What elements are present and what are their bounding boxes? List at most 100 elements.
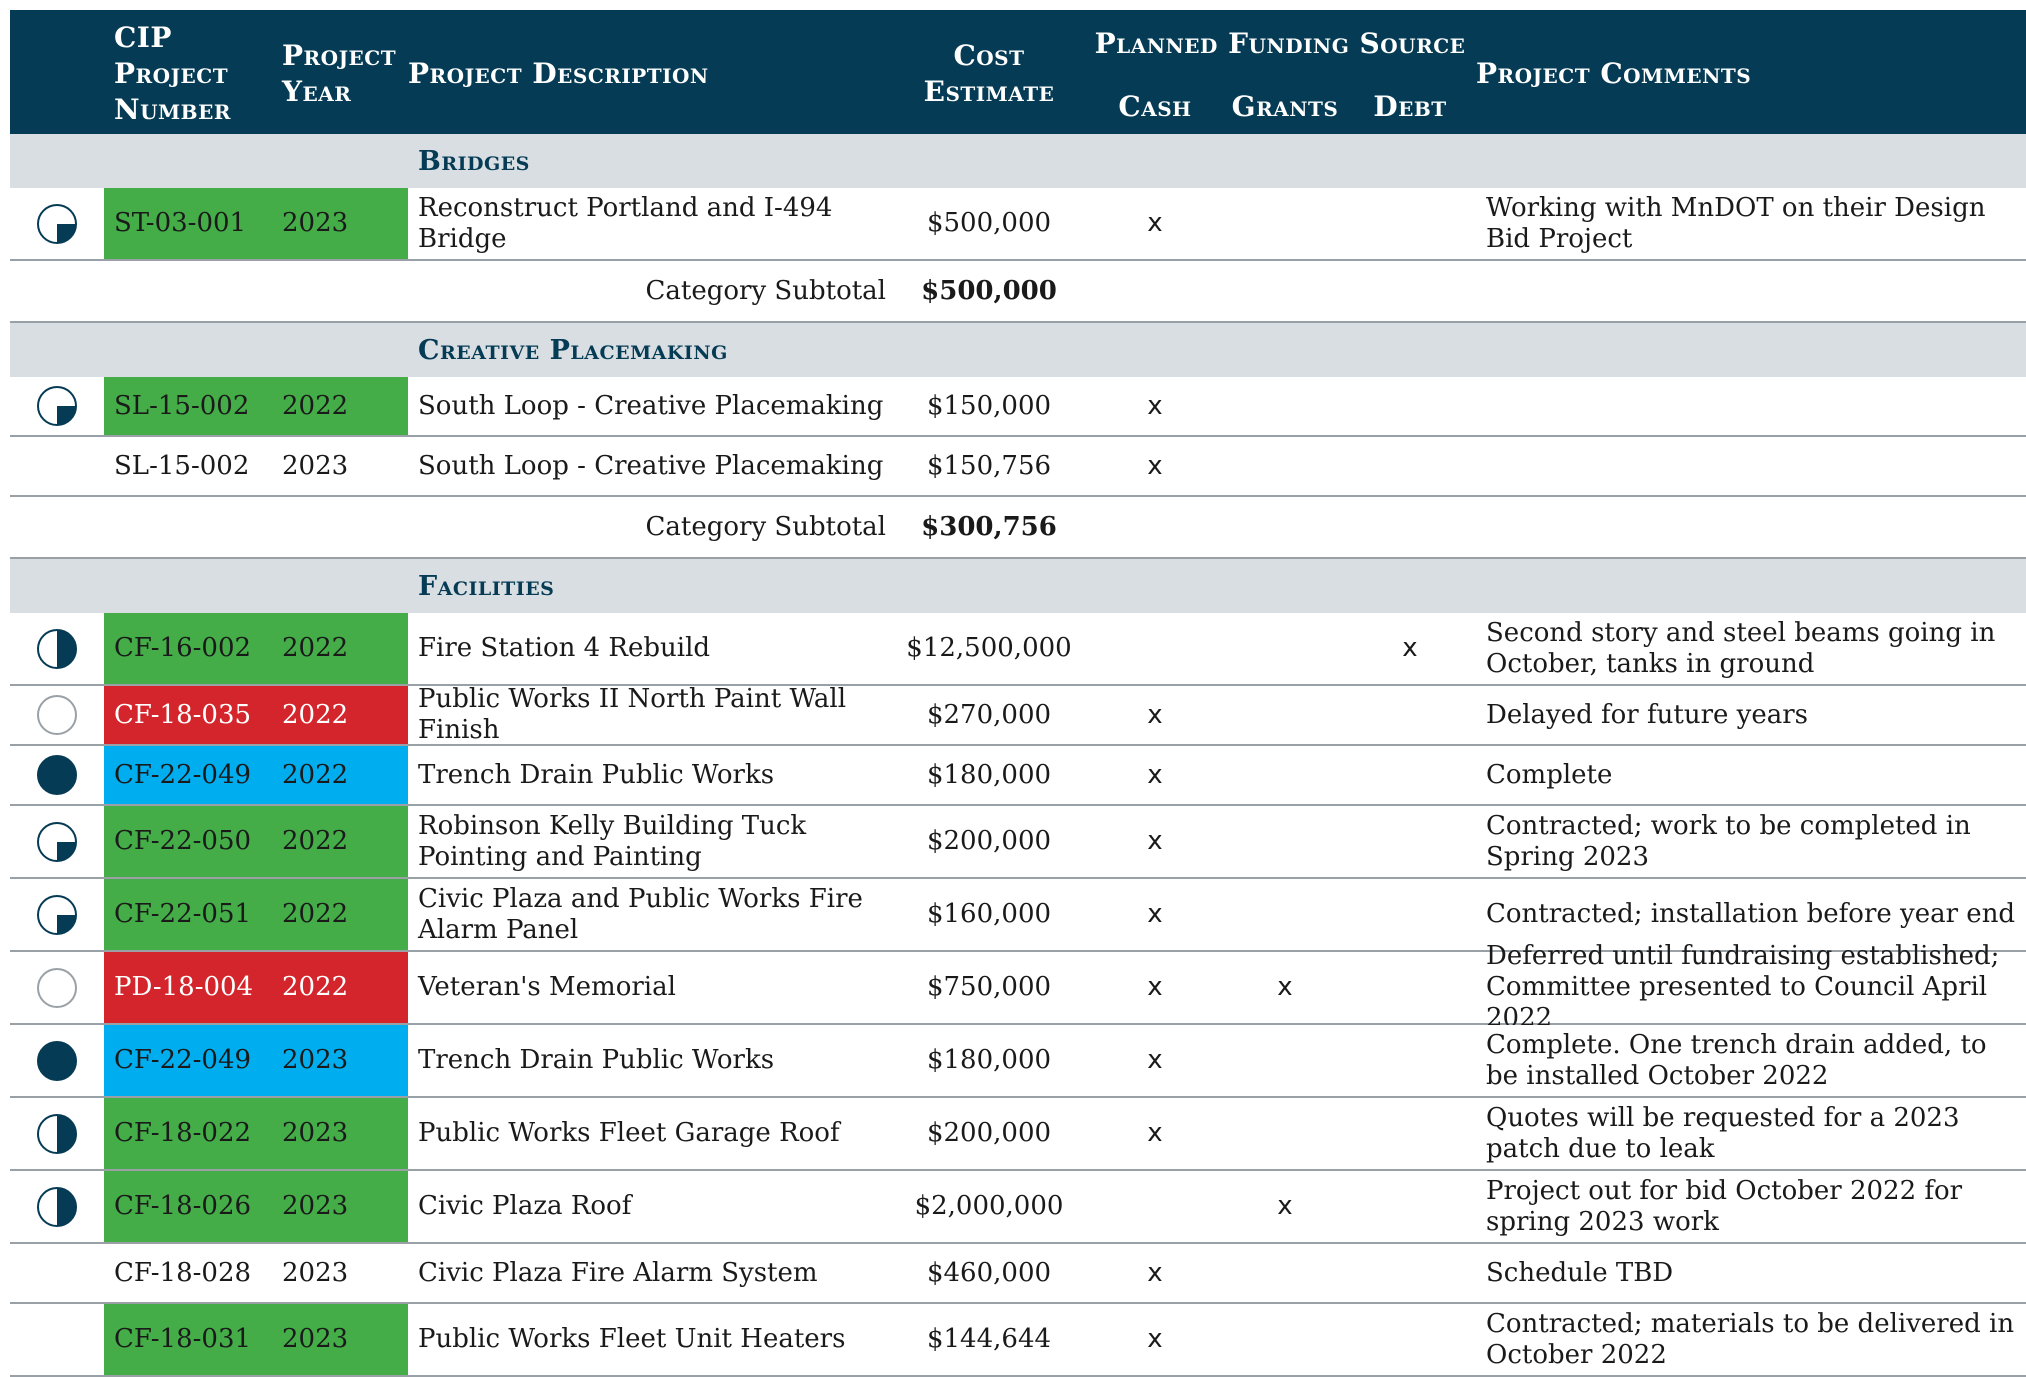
project-description: Public Works II North Paint Wall Finish xyxy=(418,684,847,745)
cost-estimate: $180,000 xyxy=(926,759,1052,790)
status-cell xyxy=(10,1025,104,1096)
cost-estimate: $750,000 xyxy=(926,972,1052,1002)
cash-mark: x xyxy=(1147,972,1163,1002)
cash-mark: x xyxy=(1147,450,1163,481)
table-row: CF-18-026 2023 Civic Plaza Roof $2,000,000 x… xyxy=(10,1171,2026,1244)
project-comment: Second story and steel beams going in Oc… xyxy=(1486,617,1996,679)
project-number: CF-18-035 xyxy=(114,699,252,730)
cash-mark: x xyxy=(1147,1324,1163,1354)
cash-mark: x xyxy=(1147,699,1163,730)
cost-estimate: $180,000 xyxy=(926,1045,1052,1075)
status-cell xyxy=(10,806,104,877)
grants-mark xyxy=(1220,377,1350,435)
status-cell xyxy=(10,879,104,950)
header-cip-number: CIP Project Number xyxy=(114,21,231,126)
cost-estimate: $12,500,000 xyxy=(906,633,1072,663)
category-row: Facilities xyxy=(10,559,2026,613)
grants-mark xyxy=(1220,879,1350,950)
category-row: Bridges xyxy=(10,134,2026,188)
not-started-icon xyxy=(37,967,77,1008)
header-grants: Grants xyxy=(1231,90,1339,123)
cost-estimate: $2,000,000 xyxy=(914,1191,1064,1221)
project-year: 2022 xyxy=(282,699,349,730)
project-comment: Contracted; work to be completed in Spri… xyxy=(1486,810,1971,872)
complete-icon xyxy=(37,755,77,795)
project-comment: Complete xyxy=(1486,759,1613,790)
project-comment xyxy=(1476,377,2021,435)
project-description: Trench Drain Public Works xyxy=(418,759,775,790)
status-cell xyxy=(10,188,104,259)
category-row: Creative Placemaking xyxy=(10,323,2026,377)
table-row: CF-16-002 2022 Fire Station 4 Rebuild $12,5… xyxy=(10,613,2026,686)
category-title: Creative Placemaking xyxy=(418,334,728,366)
project-description: Civic Plaza and Public Works Fire Alarm … xyxy=(418,883,863,945)
header-planned-funding-source: Planned Funding Source xyxy=(1094,27,1466,60)
table-row: CF-22-049 2023 Trench Drain Public Works $1… xyxy=(10,1025,2026,1098)
project-description: Civic Plaza Roof xyxy=(418,1191,632,1221)
status-cell xyxy=(10,686,104,744)
status-cell xyxy=(10,952,104,1023)
header-debt: Debt xyxy=(1373,90,1447,123)
debt-mark xyxy=(1350,437,1470,495)
quarter-progress-icon xyxy=(37,386,77,426)
subtotal-label: Category Subtotal xyxy=(645,511,886,542)
project-comment: Project out for bid October 2022 for spr… xyxy=(1486,1175,1963,1237)
debt-mark xyxy=(1350,1171,1470,1242)
debt-mark xyxy=(1350,1025,1470,1096)
status-cell xyxy=(10,1171,104,1242)
project-comment: Quotes will be requested for a 2023 patc… xyxy=(1486,1102,1960,1164)
debt-mark xyxy=(1350,879,1470,950)
cash-mark: x xyxy=(1147,208,1163,238)
project-year: 2023 xyxy=(282,208,349,238)
grants-mark xyxy=(1220,1304,1350,1375)
complete-icon xyxy=(37,1040,77,1081)
project-description: Robinson Kelly Building Tuck Pointing an… xyxy=(418,810,807,872)
debt-mark: x xyxy=(1402,633,1418,663)
project-description: Public Works Fleet Garage Roof xyxy=(418,1118,840,1148)
debt-mark xyxy=(1350,686,1470,744)
grants-mark xyxy=(1220,437,1350,495)
grants-mark xyxy=(1220,188,1350,259)
not-started-icon xyxy=(37,695,77,735)
header-project-year: Project Year xyxy=(282,39,397,108)
project-number: PD-18-004 xyxy=(114,972,254,1002)
table-row: CF-22-049 2022 Trench Drain Public Works $1… xyxy=(10,746,2026,806)
debt-mark xyxy=(1350,377,1470,435)
subtotal-value: $300,756 xyxy=(921,511,1057,542)
debt-mark xyxy=(1350,952,1470,1023)
project-number: CF-22-049 xyxy=(114,1045,252,1075)
category-title: Facilities xyxy=(418,570,555,602)
grants-mark xyxy=(1220,613,1350,684)
grants-mark xyxy=(1220,1244,1350,1302)
table-row: CF-18-031 2023 Public Works Fleet Unit Hea… xyxy=(10,1304,2026,1377)
grants-mark xyxy=(1220,1025,1350,1096)
table-row: SL-15-002 2023 South Loop - Creative Place… xyxy=(10,437,2026,497)
header-project-description: Project Description xyxy=(408,57,709,90)
grants-mark xyxy=(1220,746,1350,804)
project-year: 2022 xyxy=(282,972,349,1002)
project-description: Fire Station 4 Rebuild xyxy=(418,633,711,663)
status-cell xyxy=(10,1098,104,1169)
project-description: Reconstruct Portland and I-494 Bridge xyxy=(418,192,833,254)
cash-mark xyxy=(1090,1171,1220,1242)
project-year: 2023 xyxy=(282,450,349,481)
project-description: Public Works Fleet Unit Heaters xyxy=(418,1324,846,1354)
cost-estimate: $460,000 xyxy=(926,1257,1052,1288)
subtotal-row: Category Subtotal $500,000 xyxy=(10,261,2026,323)
project-comment: Schedule TBD xyxy=(1486,1257,1674,1288)
project-description: Civic Plaza Fire Alarm System xyxy=(418,1257,818,1288)
project-year: 2023 xyxy=(282,1118,349,1148)
grants-mark xyxy=(1220,1098,1350,1169)
subtotal-value: $500,000 xyxy=(921,275,1057,306)
cash-mark: x xyxy=(1147,826,1163,856)
grants-mark xyxy=(1220,806,1350,877)
debt-mark xyxy=(1350,806,1470,877)
cash-mark: x xyxy=(1147,390,1163,421)
project-number: CF-22-051 xyxy=(114,899,252,929)
subtotal-row: Category Subtotal $300,756 xyxy=(10,497,2026,559)
table-row: CF-22-050 2022 Robinson Kelly Building Tuc… xyxy=(10,806,2026,879)
half-progress-icon xyxy=(37,1113,77,1154)
table-row: CF-18-028 2023 Civic Plaza Fire Alarm Syst… xyxy=(10,1244,2026,1304)
quarter-progress-icon xyxy=(37,203,77,244)
half-progress-icon xyxy=(37,1186,77,1227)
